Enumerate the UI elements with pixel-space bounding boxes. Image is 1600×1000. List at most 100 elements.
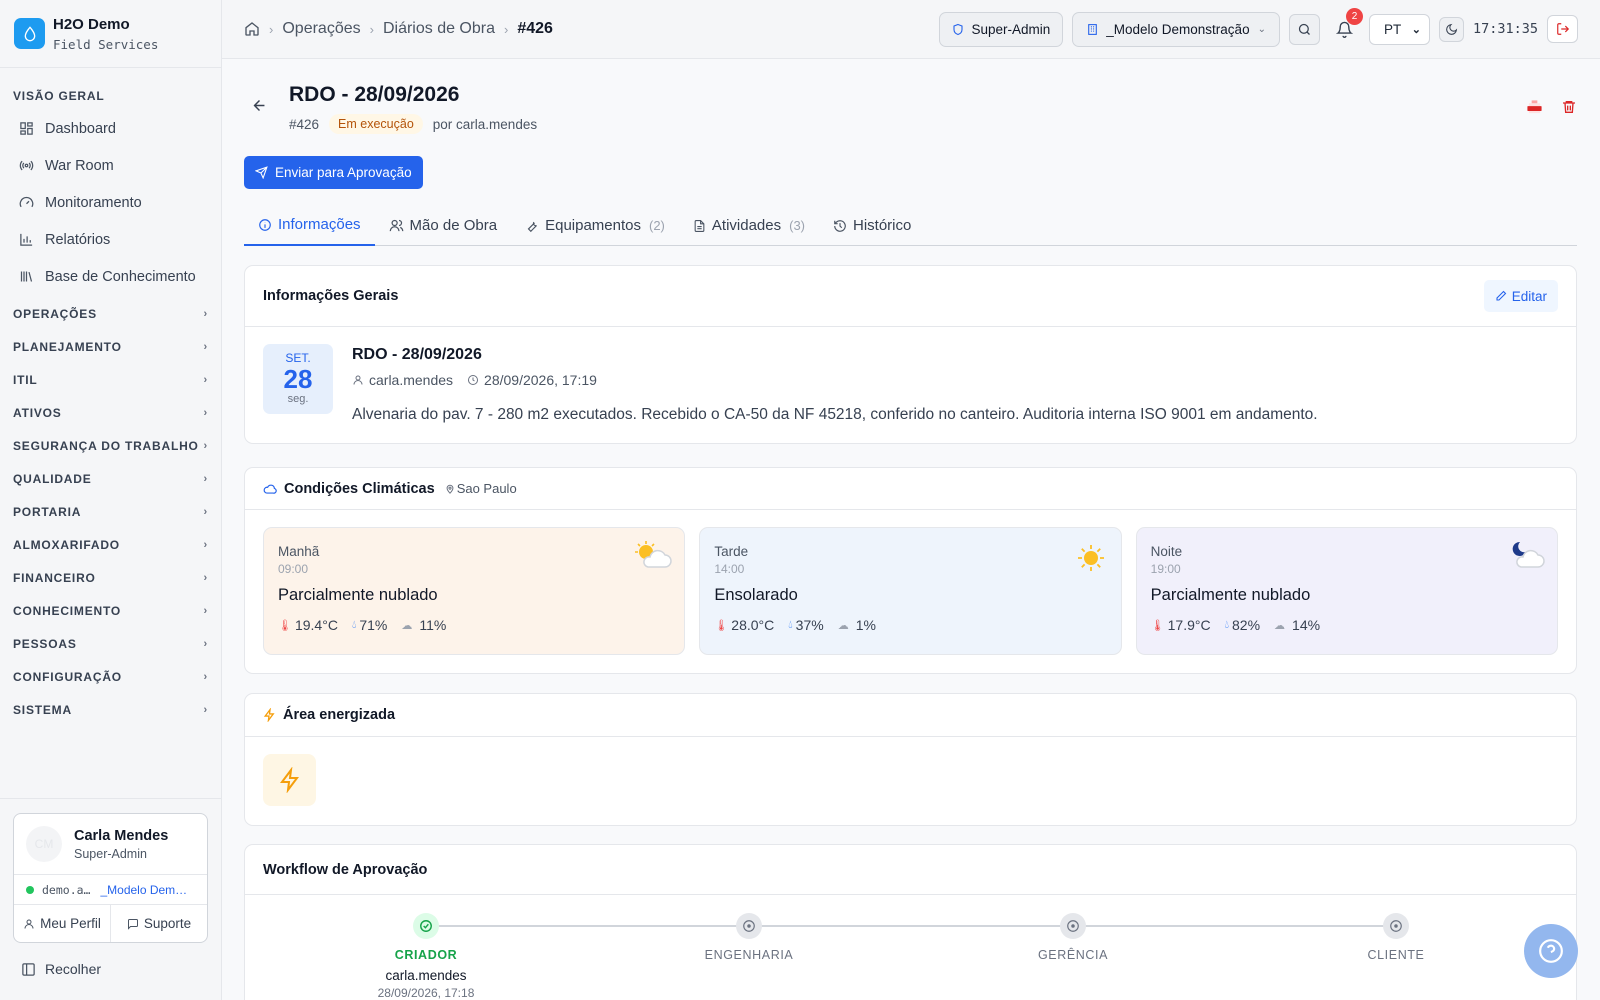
theme-toggle[interactable] bbox=[1438, 16, 1464, 42]
home-icon[interactable] bbox=[244, 21, 260, 37]
workflow-step-engenharia: ENGENHARIA bbox=[659, 913, 839, 962]
chevron-right-icon: › bbox=[203, 604, 208, 617]
sidebar-section-label: ATIVOS bbox=[13, 405, 62, 420]
sidebar-section-almoxarifado[interactable]: ALMOXARIFADO › bbox=[0, 528, 221, 561]
chevron-right-icon: › bbox=[203, 406, 208, 419]
sidebar-sections: OPERAÇÕES › PLANEJAMENTO › ITIL › ATIVOS › SEGUR… bbox=[0, 297, 221, 726]
sidebar-item-relatorios[interactable]: Relatórios bbox=[0, 221, 221, 258]
moon-cloud-icon bbox=[1507, 540, 1545, 575]
sidebar-item-war-room[interactable]: War Room bbox=[0, 147, 221, 184]
help-button[interactable] bbox=[1524, 924, 1578, 978]
humidity-value: 37% bbox=[795, 617, 824, 633]
sidebar-section-label: PESSOAS bbox=[13, 636, 77, 651]
user-icon bbox=[352, 374, 364, 386]
online-status-dot bbox=[26, 885, 34, 894]
sidebar-item-monitoramento[interactable]: Monitoramento bbox=[0, 184, 221, 221]
avatar: CM bbox=[26, 826, 62, 862]
breadcrumb-operacoes[interactable]: Operações bbox=[282, 20, 360, 38]
weather-temp: 🌡︎ 19.4°C bbox=[278, 617, 338, 633]
back-button[interactable] bbox=[251, 97, 268, 119]
logout-button[interactable] bbox=[1547, 15, 1578, 43]
droplets-icon: 💧︎ bbox=[1224, 618, 1229, 631]
language-select[interactable]: PT ⌄ bbox=[1368, 13, 1430, 45]
sidebar-section-seguranca-do-trabalho[interactable]: SEGURANÇA DO TRABALHO › bbox=[0, 429, 221, 462]
support-link[interactable]: Suporte bbox=[110, 905, 207, 942]
general-info-card: Informações Gerais Editar SET. 28 seg. R… bbox=[244, 265, 1577, 444]
collapse-sidebar-button[interactable]: Recolher bbox=[13, 943, 208, 995]
user-links: Meu Perfil Suporte bbox=[14, 904, 207, 942]
sidebar-item-dashboard[interactable]: Dashboard bbox=[0, 110, 221, 147]
chevron-right-icon: › bbox=[203, 670, 208, 683]
chevron-right-icon: › bbox=[203, 505, 208, 518]
user-session: demo.a… _Modelo Dem… bbox=[14, 874, 207, 904]
record-actions bbox=[1526, 99, 1577, 116]
chevron-right-icon: › bbox=[203, 373, 208, 386]
sidebar-section-configuracao[interactable]: CONFIGURAÇÃO › bbox=[0, 660, 221, 693]
card-title: Condições Climáticas bbox=[284, 480, 435, 497]
sidebar-section-qualidade[interactable]: QUALIDADE › bbox=[0, 462, 221, 495]
tab-equipamentos[interactable]: Equipamentos (2) bbox=[511, 205, 679, 246]
weather-temp: 🌡︎ 17.9°C bbox=[1151, 617, 1211, 633]
tab-mao-de-obra[interactable]: Mão de Obra bbox=[375, 205, 512, 246]
delete-button[interactable] bbox=[1561, 99, 1577, 116]
energized-header: Área energizada bbox=[245, 694, 1576, 737]
tenant-selector[interactable]: _Modelo Demonstração ⌄ bbox=[1072, 11, 1280, 47]
sun-icon bbox=[1077, 544, 1105, 577]
profile-link[interactable]: Meu Perfil bbox=[14, 905, 110, 942]
chevron-right-icon: › bbox=[203, 571, 208, 584]
sidebar-section-label: CONFIGURAÇÃO bbox=[13, 669, 122, 684]
step-label: CRIADOR bbox=[394, 948, 458, 962]
card-title: Workflow de Aprovação bbox=[263, 861, 428, 878]
tab-label: Mão de Obra bbox=[409, 217, 498, 234]
tab-label: Equipamentos bbox=[545, 217, 641, 234]
tab-label: Atividades bbox=[711, 217, 782, 234]
sidebar-section-sistema[interactable]: SISTEMA › bbox=[0, 693, 221, 726]
role-chip[interactable]: Super-Admin bbox=[939, 11, 1064, 47]
user-tenant[interactable]: _Modelo Dem… bbox=[100, 883, 187, 897]
sun-cloud-icon bbox=[632, 540, 673, 575]
sidebar-section-operacoes[interactable]: OPERAÇÕES › bbox=[0, 297, 221, 330]
thermometer-icon: 🌡︎ bbox=[278, 619, 292, 632]
pending-circle-icon bbox=[1383, 913, 1409, 939]
tab-atividades[interactable]: Atividades (3) bbox=[679, 205, 819, 246]
user-info[interactable]: CM Carla Mendes Super-Admin bbox=[14, 814, 207, 874]
sidebar-section-planejamento[interactable]: PLANEJAMENTO › bbox=[0, 330, 221, 363]
brand[interactable]: H2O Demo Field Services bbox=[0, 0, 221, 68]
user-role: Super-Admin bbox=[74, 846, 147, 861]
edit-button[interactable]: Editar bbox=[1483, 280, 1558, 312]
map-pin-icon bbox=[445, 483, 455, 495]
record-author: por carla.mendes bbox=[432, 116, 538, 132]
workflow-header: Workflow de Aprovação bbox=[245, 845, 1576, 895]
chevron-right-icon: › bbox=[203, 703, 208, 716]
sidebar-section-pessoas[interactable]: PESSOAS › bbox=[0, 627, 221, 660]
chevron-right-icon: › bbox=[203, 340, 208, 353]
pdf-export-button[interactable] bbox=[1526, 99, 1543, 116]
pending-circle-icon bbox=[1060, 913, 1086, 939]
energized-area-card: Área energizada bbox=[244, 693, 1577, 826]
sidebar-section-financeiro[interactable]: FINANCEIRO › bbox=[0, 561, 221, 594]
sidebar-section-ativos[interactable]: ATIVOS › bbox=[0, 396, 221, 429]
sidebar-section-label: OPERAÇÕES bbox=[13, 306, 97, 321]
dashboard-icon bbox=[18, 121, 34, 137]
sidebar-item-base-conhecimento[interactable]: Base de Conhecimento bbox=[0, 258, 221, 295]
brand-subtitle: Field Services bbox=[53, 36, 159, 52]
submit-approval-button[interactable]: Enviar para Aprovação bbox=[244, 156, 423, 189]
page-title: RDO - 28/09/2026 bbox=[289, 83, 460, 106]
thermometer-icon: 🌡︎ bbox=[714, 619, 729, 632]
sidebar-section-conhecimento[interactable]: CONHECIMENTO › bbox=[0, 594, 221, 627]
search-button[interactable] bbox=[1288, 13, 1320, 45]
sidebar-section-portaria[interactable]: PORTARIA › bbox=[0, 495, 221, 528]
tab-historico[interactable]: Histórico bbox=[819, 205, 925, 246]
temp-value: 19.4°C bbox=[294, 617, 338, 633]
tab-count: (3) bbox=[789, 218, 805, 233]
notifications-badge: 2 bbox=[1345, 7, 1363, 25]
tab-informacoes[interactable]: Informações bbox=[244, 205, 375, 246]
notifications-button[interactable]: 2 bbox=[1329, 7, 1363, 45]
chevron-right-icon: › bbox=[369, 21, 374, 37]
rain-cloud-icon: ☁︎ bbox=[1274, 619, 1286, 632]
general-info-header: Informações Gerais Editar bbox=[245, 266, 1576, 327]
topbar: › Operações › Diários de Obra › #426 Sup… bbox=[222, 0, 1600, 59]
breadcrumb-diarios[interactable]: Diários de Obra bbox=[383, 20, 495, 38]
logout-icon bbox=[1556, 22, 1570, 36]
sidebar-section-itil[interactable]: ITIL › bbox=[0, 363, 221, 396]
